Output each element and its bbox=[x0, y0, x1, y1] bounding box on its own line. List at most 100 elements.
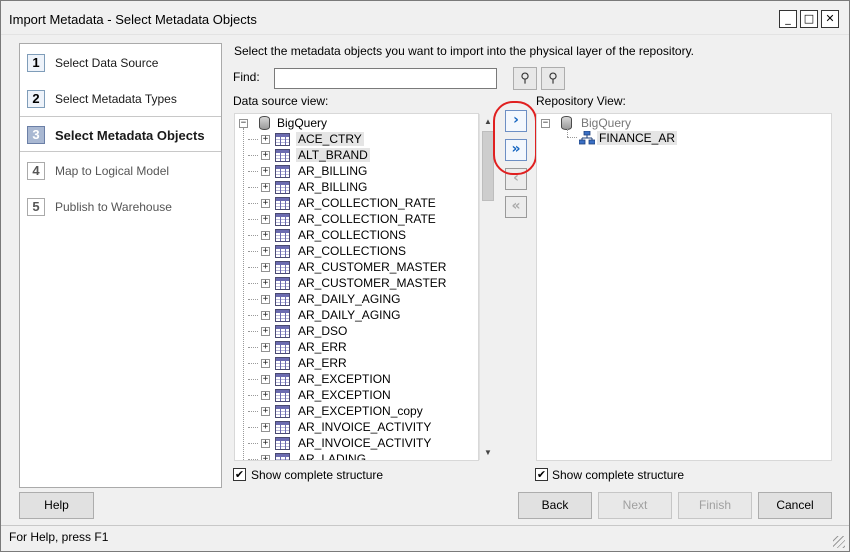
tree-line bbox=[248, 283, 258, 284]
table-icon bbox=[275, 293, 290, 306]
expand-icon[interactable]: + bbox=[261, 247, 270, 256]
repo-show-structure-checkbox[interactable]: ✔ bbox=[535, 468, 548, 481]
table-row[interactable]: + AR_EXCEPTION bbox=[239, 387, 474, 403]
expand-icon[interactable]: + bbox=[261, 183, 270, 192]
table-row[interactable]: + AR_INVOICE_ACTIVITY bbox=[239, 419, 474, 435]
table-row[interactable]: + AR_DSO bbox=[239, 323, 474, 339]
expand-icon[interactable]: + bbox=[261, 375, 270, 384]
step-map-to-logical-model: 4 Map to Logical Model bbox=[20, 153, 221, 189]
find-input[interactable] bbox=[274, 68, 497, 89]
table-row[interactable]: + AR_INVOICE_ACTIVITY bbox=[239, 435, 474, 451]
table-row[interactable]: + AR_DAILY_AGING bbox=[239, 307, 474, 323]
step-select-metadata-objects[interactable]: 3 Select Metadata Objects bbox=[20, 116, 221, 152]
table-row[interactable]: + AR_COLLECTION_RATE bbox=[239, 211, 474, 227]
step-label: Select Metadata Objects bbox=[55, 128, 205, 143]
step-select-metadata-types[interactable]: 2 Select Metadata Types bbox=[20, 81, 221, 117]
step-publish-to-warehouse: 5 Publish to Warehouse bbox=[20, 189, 221, 225]
repo-item-label: FINANCE_AR bbox=[597, 131, 678, 145]
tree-line bbox=[248, 139, 258, 140]
collapse-icon[interactable]: − bbox=[541, 119, 550, 128]
find-next-button[interactable]: ⚲ bbox=[513, 67, 537, 90]
tree-line bbox=[248, 363, 258, 364]
back-button[interactable]: Back bbox=[518, 492, 592, 519]
expand-icon[interactable]: + bbox=[261, 391, 270, 400]
remove-all-button[interactable]: « bbox=[505, 196, 527, 218]
expand-icon[interactable]: + bbox=[261, 423, 270, 432]
data-source-tree[interactable]: − BigQuery + ACE_CTRY + ALT_BRAND + AR_BILLIN… bbox=[234, 113, 479, 461]
ds-show-structure-label: Show complete structure bbox=[251, 468, 384, 482]
expand-icon[interactable]: + bbox=[261, 439, 270, 448]
finish-button[interactable]: Finish bbox=[678, 492, 752, 519]
close-button[interactable]: ✕ bbox=[821, 10, 839, 28]
expand-icon[interactable]: + bbox=[261, 343, 270, 352]
collapse-icon[interactable]: − bbox=[239, 119, 248, 128]
table-name: AR_INVOICE_ACTIVITY bbox=[298, 420, 432, 434]
table-name: AR_EXCEPTION bbox=[298, 388, 391, 402]
table-row[interactable]: + AR_COLLECTION_RATE bbox=[239, 195, 474, 211]
data-source-scrollbar[interactable]: ▲ ▼ bbox=[479, 114, 496, 460]
table-row[interactable]: + ALT_BRAND bbox=[239, 147, 474, 163]
table-icon bbox=[275, 213, 290, 226]
table-row[interactable]: + AR_BILLING bbox=[239, 163, 474, 179]
table-row[interactable]: + AR_BILLING bbox=[239, 179, 474, 195]
step-number: 3 bbox=[27, 126, 45, 144]
table-row[interactable]: + AR_COLLECTIONS bbox=[239, 243, 474, 259]
table-row[interactable]: + AR_ERR bbox=[239, 339, 474, 355]
scroll-down-icon[interactable]: ▼ bbox=[484, 448, 492, 457]
cancel-button[interactable]: Cancel bbox=[758, 492, 832, 519]
expand-icon[interactable]: + bbox=[261, 263, 270, 272]
table-icon bbox=[275, 309, 290, 322]
repository-tree[interactable]: − BigQuery FINANCE_AR bbox=[536, 113, 832, 461]
step-number: 1 bbox=[27, 54, 45, 72]
repo-root-bigquery[interactable]: − BigQuery bbox=[541, 115, 741, 131]
find-previous-button[interactable]: ⚲ bbox=[541, 67, 565, 90]
expand-icon[interactable]: + bbox=[261, 231, 270, 240]
table-row[interactable]: + AR_COLLECTIONS bbox=[239, 227, 474, 243]
table-row[interactable]: + ACE_CTRY bbox=[239, 131, 474, 147]
tree-line bbox=[248, 155, 258, 156]
expand-icon[interactable]: + bbox=[261, 215, 270, 224]
schema-icon bbox=[579, 131, 595, 145]
tree-root-bigquery[interactable]: − BigQuery bbox=[239, 115, 469, 131]
ds-show-structure-checkbox[interactable]: ✔ bbox=[233, 468, 246, 481]
table-name: AR_COLLECTION_RATE bbox=[298, 196, 436, 210]
table-row[interactable]: + AR_DAILY_AGING bbox=[239, 291, 474, 307]
table-row[interactable]: + AR_CUSTOMER_MASTER bbox=[239, 259, 474, 275]
table-icon bbox=[275, 165, 290, 178]
maximize-button[interactable]: □ bbox=[800, 10, 818, 28]
help-button[interactable]: Help bbox=[19, 492, 94, 519]
table-row[interactable]: + AR_LADING bbox=[239, 451, 474, 460]
table-icon bbox=[275, 133, 290, 146]
expand-icon[interactable]: + bbox=[261, 327, 270, 336]
repo-item-finance-ar[interactable]: FINANCE_AR bbox=[579, 130, 779, 146]
step-select-data-source[interactable]: 1 Select Data Source bbox=[20, 45, 221, 81]
minimize-button[interactable]: _ bbox=[779, 10, 797, 28]
expand-icon[interactable]: + bbox=[261, 199, 270, 208]
repo-root-label: BigQuery bbox=[581, 116, 632, 130]
tree-line bbox=[248, 459, 258, 460]
expand-icon[interactable]: + bbox=[261, 359, 270, 368]
expand-icon[interactable]: + bbox=[261, 455, 270, 460]
expand-icon[interactable]: + bbox=[261, 279, 270, 288]
resize-grip-icon[interactable] bbox=[833, 536, 845, 548]
expand-icon[interactable]: + bbox=[261, 151, 270, 160]
table-name: ACE_CTRY bbox=[296, 132, 364, 146]
table-icon bbox=[275, 277, 290, 290]
expand-icon[interactable]: + bbox=[261, 135, 270, 144]
next-button[interactable]: Next bbox=[598, 492, 672, 519]
step-label: Publish to Warehouse bbox=[55, 200, 172, 214]
expand-icon[interactable]: + bbox=[261, 311, 270, 320]
expand-icon[interactable]: + bbox=[261, 167, 270, 176]
status-bar: For Help, press F1 bbox=[1, 525, 849, 551]
table-row[interactable]: + AR_CUSTOMER_MASTER bbox=[239, 275, 474, 291]
tree-line bbox=[248, 251, 258, 252]
scroll-up-icon[interactable]: ▲ bbox=[484, 117, 492, 126]
table-row[interactable]: + AR_EXCEPTION bbox=[239, 371, 474, 387]
table-icon bbox=[275, 421, 290, 434]
table-icon bbox=[275, 245, 290, 258]
table-row[interactable]: + AR_EXCEPTION_copy bbox=[239, 403, 474, 419]
table-name: ALT_BRAND bbox=[296, 148, 370, 162]
expand-icon[interactable]: + bbox=[261, 295, 270, 304]
table-row[interactable]: + AR_ERR bbox=[239, 355, 474, 371]
expand-icon[interactable]: + bbox=[261, 407, 270, 416]
